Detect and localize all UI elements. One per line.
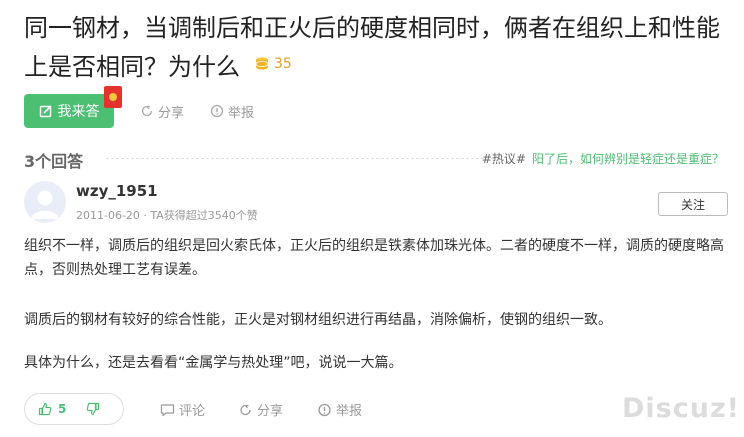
share-icon [240,404,251,415]
report-button[interactable]: 举报 [210,102,254,121]
answer-paragraph: 调质后的钢材有较好的综合性能，正火是对钢材组织进行再结晶，消除偏析，使钢的组织一… [24,312,612,328]
follow-label: 关注 [680,197,705,212]
answers-header: 3个回答 #热议# 阳了后，如何辨别是轻症还是重症？ [24,148,724,171]
thumbs-down-icon [87,402,100,416]
watermark: Discuz! [622,393,740,424]
answer-button-label: 我来答 [57,104,100,120]
answer-paragraph: 具体为什么，还是去看看“金属学与热处理”吧，说说一大篇。 [24,355,403,371]
reward: 35 [254,46,292,82]
hot-topic-link[interactable]: 阳了后，如何辨别是轻症还是重症？ [532,152,724,166]
answer-button[interactable]: 我来答 [24,86,122,128]
divider [106,158,484,159]
reward-amount: 35 [274,56,292,72]
share-icon [141,105,153,117]
answer-report-label: 举报 [336,404,363,419]
answer-share-button[interactable]: 分享 [238,400,283,419]
like-count: 5 [58,402,67,416]
answer-meta: 2011-06-20 · TA获得超过3540个赞 [76,209,258,222]
answer-body: 组织不一样，调质后的组织是回火索氏体，正火后的组织是铁素体加珠光体。二者的硬度不… [24,234,730,282]
answers-count: 3个回答 [24,152,84,171]
question-actions: 我来答 分享 举报 [24,86,254,128]
report-label: 举报 [228,105,255,121]
vote-control: 5 [24,393,124,425]
share-button[interactable]: 分享 [140,102,184,121]
comment-button[interactable]: 评论 [160,400,205,419]
comment-label: 评论 [179,404,206,419]
answer-username[interactable]: wzy_1951 [76,182,158,200]
coin-stack-icon [255,57,269,70]
question-title: 同一钢材，当调制后和正火后的硬度相同时，俩者在组织上和性能上是否相同？为什么 35 [24,14,720,82]
answer-share-label: 分享 [257,404,284,419]
answer-paragraph: 组织不一样，调质后的组织是回火索氏体，正火后的组织是铁素体加珠光体。二者的硬度不… [24,238,724,278]
report-icon [318,403,331,416]
user-avatar-icon [31,190,59,219]
thumbs-up-icon[interactable] [38,402,52,416]
hot-tag: #热议# [481,152,526,166]
edit-icon [39,105,52,118]
hot-topic[interactable]: #热议# 阳了后，如何辨别是轻症还是重症？ [482,150,724,167]
answer-report-button[interactable]: 举报 [317,400,362,419]
comment-icon [160,403,175,416]
follow-button[interactable]: 关注 [658,192,728,216]
thumbs-down-button[interactable] [86,402,100,416]
report-icon [210,104,224,118]
share-label: 分享 [158,105,185,121]
avatar[interactable] [24,181,66,223]
red-packet-icon [104,86,122,108]
